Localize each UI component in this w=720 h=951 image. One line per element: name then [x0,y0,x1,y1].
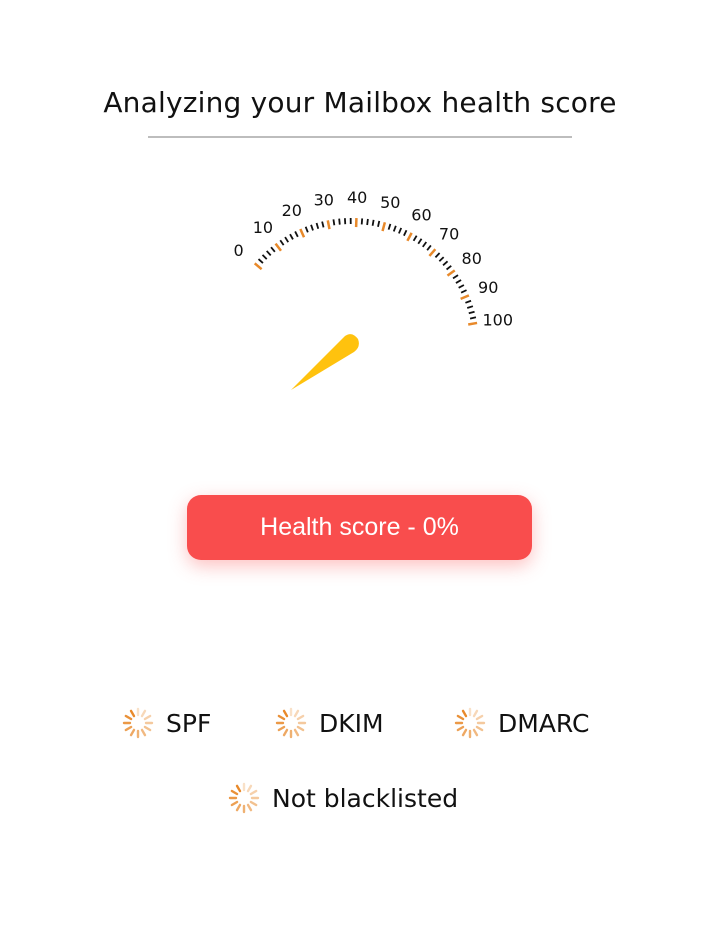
gauge-minor-tick [321,221,325,228]
check-dkim-label: DKIM [319,708,384,738]
gauge-tick-label: 10 [253,218,273,237]
gauge-minor-tick [377,220,381,228]
gauge-major-tick [253,262,263,271]
gauge-minor-tick [261,254,268,260]
gauge-minor-tick [465,299,472,304]
gauge-major-tick [326,220,331,230]
gauge-tick-label: 40 [347,188,367,207]
gauge-minor-tick [446,265,452,271]
gauge-minor-tick [294,231,299,238]
gauge-minor-tick [442,260,449,266]
gauge-minor-tick [468,310,475,315]
gauge-minor-tick [458,284,465,289]
gauge-minor-tick [279,239,285,246]
gauge-tick-label: 80 [462,249,482,268]
gauge-minor-tick [266,250,272,256]
gauge-minor-tick [371,219,375,226]
gauge-minor-tick [310,224,314,231]
gauge-minor-tick [392,225,397,232]
gauge-major-tick [381,222,387,232]
check-blacklist: Not blacklisted [228,778,458,818]
health-score-button[interactable]: Health score - 0% [187,495,532,560]
gauge-minor-tick [284,236,290,243]
gauge-minor-tick [289,233,294,240]
check-dkim: DKIM [275,703,384,743]
gauge-minor-tick [257,258,264,264]
gauge-major-tick [460,294,470,301]
gauge-minor-tick [332,219,336,226]
gauge-minor-tick [469,316,477,320]
loading-spinner-icon [228,782,260,814]
gauge-minor-tick [417,238,423,245]
loading-spinner-icon [275,707,307,739]
gauge-minor-tick [466,305,474,309]
gauge-major-tick [406,232,413,242]
gauge-minor-tick [387,223,392,230]
check-blacklist-label: Not blacklisted [272,783,459,813]
gauge-minor-tick [403,229,408,237]
gauge-tick-label: 0 [234,241,244,260]
gauge-tick-labels: 0 10 20 30 40 50 60 7080 90 100 [234,188,513,329]
gauge-minor-tick [338,218,341,225]
check-spf: SPF [122,703,211,743]
gauge-tick-label: 60 [411,205,431,224]
gauge-minor-tick [455,279,462,284]
gauge-minor-tick [398,227,403,234]
gauge-tick-label: 50 [380,193,400,212]
gauge-minor-tick [438,256,445,262]
gauge-minor-tick [270,246,276,253]
check-spf-label: SPF [166,708,212,738]
gauge-major-tick [274,242,282,252]
gauge-tick-label: 30 [314,191,334,210]
gauge-major-tick [467,321,478,326]
gauge-tick-label: 90 [478,278,498,297]
gauge-minor-tick [434,252,441,258]
gauge-minor-tick [452,274,459,280]
gauge-tick-label: 20 [282,201,302,220]
gauge-needle-hub [343,336,359,352]
gauge-major-tick [299,228,306,238]
gauge-minor-tick [460,289,467,294]
gauge-major-tick [428,248,437,257]
gauge-major-tick [446,269,456,277]
gauge-minor-tick [315,222,320,230]
gauge-minor-tick [426,244,432,251]
check-dmarc-label: DMARC [498,708,590,738]
health-score-gauge: 0 10 20 30 40 50 60 7080 90 100 [234,188,513,390]
gauge-minor-tick [366,218,369,226]
loading-spinner-icon [122,707,154,739]
check-dmarc: DMARC [454,703,590,743]
gauge-minor-tick [412,235,418,242]
gauge-tick-label: 70 [439,224,459,243]
loading-spinner-icon [454,707,486,739]
gauge-tick-label: 100 [482,310,513,329]
gauge-minor-tick [422,241,428,248]
gauge-needle [291,334,359,390]
gauge-minor-tick [304,226,309,233]
